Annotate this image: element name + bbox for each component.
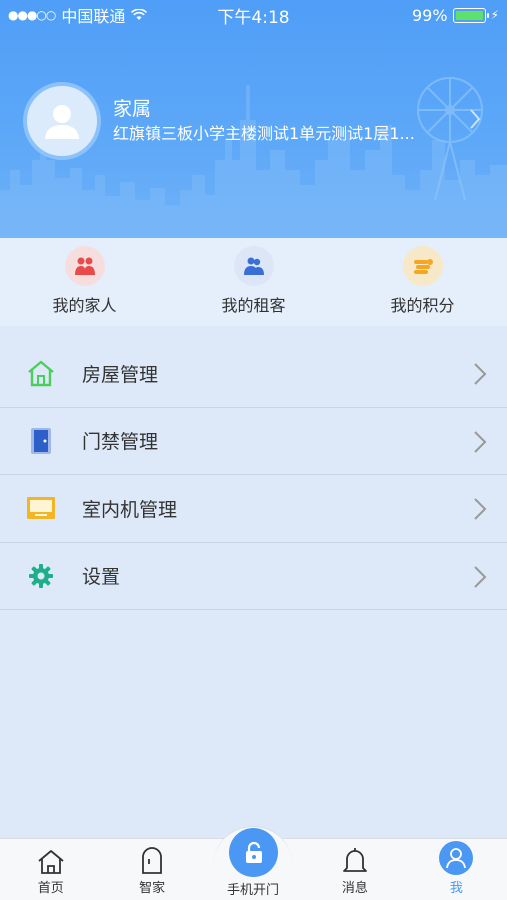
- tab-label: 首页: [37, 881, 64, 896]
- quick-action-label: 我的家人: [52, 296, 117, 315]
- settings-gear-icon: [25, 560, 57, 592]
- bell-icon: [343, 848, 367, 872]
- tab-me[interactable]: 我: [406, 839, 507, 900]
- menu-item-indoor-unit[interactable]: 室内机管理: [0, 475, 507, 543]
- profile-name: 家属: [113, 98, 152, 120]
- tab-label: 智家: [139, 881, 166, 896]
- chevron-right-icon: [474, 498, 487, 520]
- menu-item-label: 门禁管理: [82, 431, 159, 454]
- charging-icon: ⚡: [490, 8, 499, 22]
- menu-item-house-management[interactable]: 房屋管理: [0, 340, 507, 408]
- tab-label: 我: [449, 881, 463, 896]
- menu-item-label: 房屋管理: [82, 363, 159, 386]
- tab-label-phone-unlock[interactable]: 手机开门: [203, 879, 303, 898]
- menu-item-access-control[interactable]: 门禁管理: [0, 408, 507, 475]
- tab-messages[interactable]: 消息: [304, 839, 405, 900]
- indoor-unit-icon: [25, 492, 57, 524]
- home-icon: [38, 850, 64, 874]
- settings-menu-list: 房屋管理 门禁管理 室内机管理 设置: [0, 340, 507, 610]
- status-bar: ●●●○○ 中国联通 下午4:18 99% ⚡: [0, 0, 507, 30]
- carrier-label: 中国联通: [61, 7, 126, 26]
- door-icon: [25, 425, 57, 457]
- profile-header: ●●●○○ 中国联通 下午4:18 99% ⚡ 家属 红旗镇三板小学主楼测试1单…: [0, 0, 507, 238]
- family-icon: [64, 246, 105, 286]
- default-avatar-icon: [45, 105, 79, 139]
- signal-strength-icon: ●●●○○: [8, 8, 56, 22]
- tenant-icon: [233, 246, 274, 286]
- menu-item-label: 设置: [82, 566, 121, 589]
- tab-home[interactable]: 首页: [0, 839, 101, 900]
- house-icon: [25, 357, 57, 389]
- battery-icon: [452, 7, 489, 23]
- phone-unlock-button[interactable]: [229, 828, 278, 877]
- quick-action-tenant[interactable]: 我的租客: [169, 238, 338, 326]
- user-icon: [439, 841, 474, 875]
- quick-action-points[interactable]: 我的积分: [338, 238, 507, 326]
- wifi-icon: [131, 9, 148, 20]
- chevron-right-icon: [474, 430, 487, 453]
- quick-action-label: 我的积分: [390, 296, 455, 315]
- menu-item-label: 室内机管理: [82, 498, 178, 521]
- battery-percent: 99%: [412, 5, 448, 25]
- chevron-right-icon: [474, 565, 487, 588]
- menu-item-settings[interactable]: 设置: [0, 543, 507, 610]
- profile-address: 红旗镇三板小学主楼测试1单元测试1层1...: [113, 124, 415, 143]
- smart-home-icon: [142, 847, 163, 874]
- chevron-right-icon[interactable]: [469, 108, 481, 130]
- quick-action-family[interactable]: 我的家人: [0, 238, 169, 326]
- profile-card[interactable]: 家属 红旗镇三板小学主楼测试1单元测试1层1...: [23, 82, 493, 160]
- avatar[interactable]: [23, 82, 101, 160]
- tab-smart-home[interactable]: 智家: [101, 839, 202, 900]
- quick-actions: 我的家人 我的租客 我的积分: [0, 238, 507, 326]
- tab-label: 消息: [341, 881, 368, 896]
- unlock-icon: [245, 841, 262, 863]
- quick-action-label: 我的租客: [221, 296, 286, 315]
- points-icon: [402, 246, 443, 286]
- chevron-right-icon: [474, 363, 487, 385]
